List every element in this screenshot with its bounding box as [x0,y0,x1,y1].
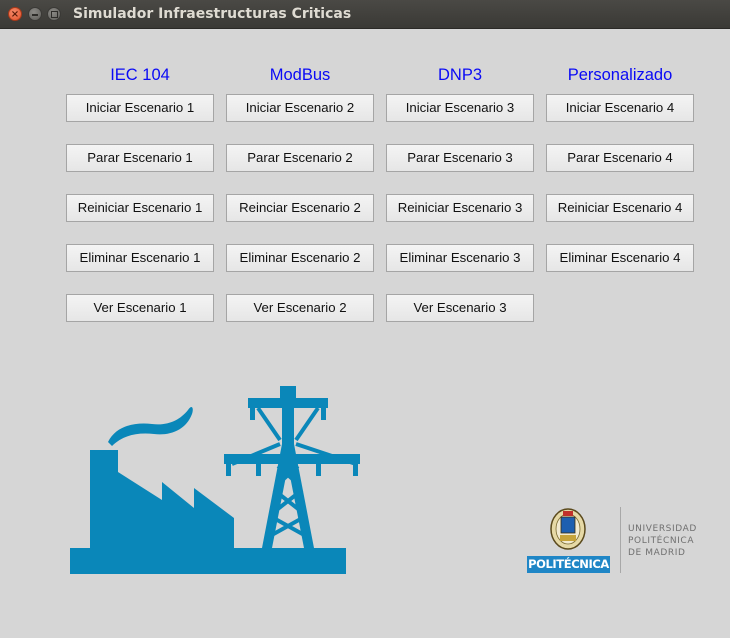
start-scenario-3-button[interactable]: Iniciar Escenario 3 [386,94,534,122]
logo-divider [620,507,621,573]
university-banner: POLITÉCNICA [527,556,610,573]
university-name-line-3: DE MADRID [628,548,686,558]
start-scenario-1-button[interactable]: Iniciar Escenario 1 [66,94,214,122]
view-scenario-2-button[interactable]: Ver Escenario 2 [226,294,374,322]
restart-scenario-2-button[interactable]: Reinciar Escenario 2 [226,194,374,222]
stop-scenario-2-button[interactable]: Parar Escenario 2 [226,144,374,172]
header-modbus: ModBus [269,66,331,84]
delete-scenario-3-button[interactable]: Eliminar Escenario 3 [386,244,534,272]
university-name-line-2: POLITÉCNICA [628,536,695,546]
stop-scenario-1-button[interactable]: Parar Escenario 1 [66,144,214,172]
university-crest-icon [550,508,586,550]
close-window-button[interactable]: × [8,7,22,21]
delete-scenario-4-button[interactable]: Eliminar Escenario 4 [546,244,694,272]
stop-scenario-4-button[interactable]: Parar Escenario 4 [546,144,694,172]
university-name-line-1: UNIVERSIDAD [628,524,697,534]
title-bar: × Simulador Infraestructuras Criticas [0,0,730,29]
start-scenario-4-button[interactable]: Iniciar Escenario 4 [546,94,694,122]
infrastructure-illustration [70,386,360,574]
restart-scenario-3-button[interactable]: Reiniciar Escenario 3 [386,194,534,222]
university-name: UNIVERSIDAD POLITÉCNICA DE MADRID [628,523,697,559]
minimize-window-button[interactable] [28,7,42,21]
view-scenario-1-button[interactable]: Ver Escenario 1 [66,294,214,322]
delete-scenario-2-button[interactable]: Eliminar Escenario 2 [226,244,374,272]
header-iec104: IEC 104 [110,66,170,84]
start-scenario-2-button[interactable]: Iniciar Escenario 2 [226,94,374,122]
view-scenario-3-button[interactable]: Ver Escenario 3 [386,294,534,322]
restart-scenario-4-button[interactable]: Reiniciar Escenario 4 [546,194,694,222]
delete-scenario-1-button[interactable]: Eliminar Escenario 1 [66,244,214,272]
header-personalizado: Personalizado [567,66,673,84]
window-title: Simulador Infraestructuras Criticas [73,6,352,22]
maximize-window-button[interactable] [47,7,61,21]
stop-scenario-3-button[interactable]: Parar Escenario 3 [386,144,534,172]
restart-scenario-1-button[interactable]: Reiniciar Escenario 1 [66,194,214,222]
header-dnp3: DNP3 [437,66,482,84]
